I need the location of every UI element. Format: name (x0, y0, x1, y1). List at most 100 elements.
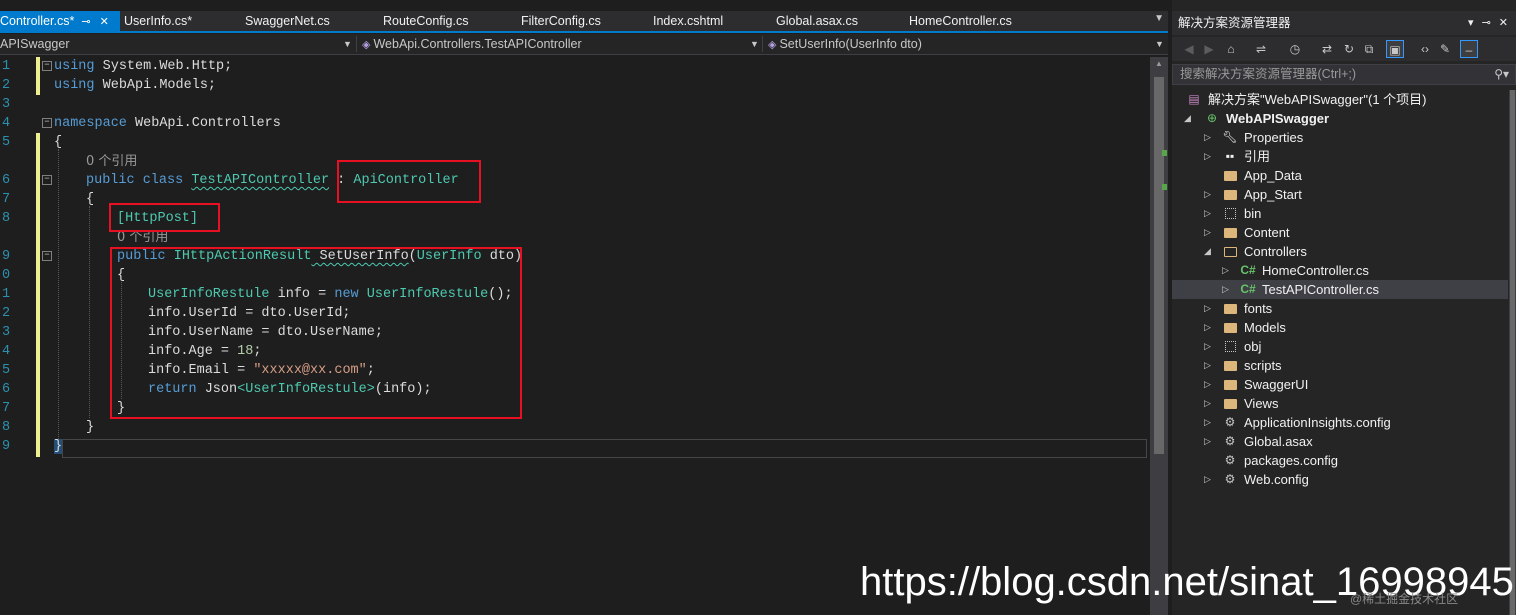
collapse-icon[interactable]: − (42, 251, 52, 261)
collapsed-arrow-icon[interactable]: ▷ (1204, 147, 1211, 166)
tree-item[interactable]: ▷ ⚙ ApplicationInsights.config (1172, 413, 1508, 432)
tree-item[interactable]: ▷ C# HomeController.cs (1172, 261, 1508, 280)
tab-global-asax-cs[interactable]: Global.asax.cs (776, 11, 858, 31)
solution-explorer-search-input[interactable]: 搜索解决方案资源管理器(Ctrl+;) ⚲▾ (1172, 64, 1516, 85)
tree-item-project[interactable]: ◢ ⊕ WebAPISwagger (1172, 109, 1508, 128)
codelens-references[interactable]: 0 个引用 (86, 152, 137, 171)
solution-explorer-title-bar: 解决方案资源管理器 ▾ ⊸ ✕ (1172, 11, 1516, 35)
project-dropdown[interactable]: APISwagger (0, 34, 352, 54)
tab-filterconfig-cs[interactable]: FilterConfig.cs (521, 11, 601, 31)
refresh-icon[interactable]: ↻ (1340, 40, 1358, 58)
expanded-arrow-icon[interactable]: ◢ (1204, 242, 1211, 261)
tab-swaggernet-cs[interactable]: SwaggerNet.cs (245, 11, 330, 31)
properties-icon[interactable]: ✎ (1436, 40, 1454, 58)
line-number: 2 (2, 306, 11, 321)
tab-overflow-dropdown-icon[interactable]: ▼ (1154, 13, 1164, 24)
pin-icon[interactable]: ⊸ (81, 16, 90, 28)
editor-vertical-scrollbar[interactable]: ▲ (1150, 57, 1168, 615)
tree-item[interactable]: ▷ Content (1172, 223, 1508, 242)
tree-item[interactable]: ▷ bin (1172, 204, 1508, 223)
tree-item[interactable]: ▷ ⚙ Global.asax (1172, 432, 1508, 451)
line-number: 6 (2, 173, 11, 188)
back-icon[interactable]: ◀ (1180, 40, 1198, 58)
collapsed-arrow-icon[interactable]: ▷ (1222, 261, 1229, 280)
chevron-down-icon[interactable]: ▼ (750, 34, 759, 54)
sync-icon[interactable]: ⇄ (1318, 40, 1336, 58)
collapsed-arrow-icon[interactable]: ▷ (1204, 432, 1211, 451)
explorer-vertical-scrollbar[interactable] (1509, 90, 1516, 615)
collapse-icon[interactable]: − (42, 175, 52, 185)
line-number: 8 (2, 420, 11, 435)
tree-item[interactable]: ▷ fonts (1172, 299, 1508, 318)
dropdown-icon[interactable]: ▾ (1468, 17, 1474, 29)
code-editor[interactable]: Controller.cs* ⊸ ✕ UserInfo.cs* SwaggerNet… (0, 0, 1168, 615)
collapsed-arrow-icon[interactable]: ▷ (1204, 394, 1211, 413)
tree-item-solution[interactable]: ▤ 解决方案"WebAPISwagger"(1 个项目) (1172, 90, 1508, 109)
watermark-source: @稀土掘金技术社区 (1350, 592, 1459, 606)
tree-item[interactable]: ▷ Models (1172, 318, 1508, 337)
tree-item[interactable]: ▷ obj (1172, 337, 1508, 356)
collapsed-arrow-icon[interactable]: ▷ (1204, 413, 1211, 432)
code-line: using System.Web.Http; (54, 59, 233, 74)
scroll-thumb[interactable] (1510, 90, 1515, 615)
collapsed-arrow-icon[interactable]: ▷ (1204, 299, 1211, 318)
collapse-all-icon[interactable]: ⧉ (1360, 40, 1378, 58)
collapsed-arrow-icon[interactable]: ▷ (1204, 375, 1211, 394)
tree-item[interactable]: ⚙ packages.config (1172, 451, 1508, 470)
switch-views-icon[interactable]: ⇌ (1252, 40, 1270, 58)
tree-item[interactable]: App_Data (1172, 166, 1508, 185)
class-dropdown[interactable]: ◈ WebApi.Controllers.TestAPIController (362, 34, 757, 54)
collapsed-arrow-icon[interactable]: ▷ (1204, 356, 1211, 375)
tab-routeconfig-cs[interactable]: RouteConfig.cs (383, 11, 468, 31)
close-icon[interactable]: ✕ (100, 16, 109, 28)
tree-item[interactable]: ▷ SwaggerUI (1172, 375, 1508, 394)
csharp-file-icon: C# (1240, 282, 1256, 296)
collapse-icon[interactable]: − (42, 118, 52, 128)
home-icon[interactable]: ⌂ (1222, 40, 1240, 58)
tree-item[interactable]: ▷ ▪▪ 引用 (1172, 147, 1508, 166)
change-marker (1162, 184, 1167, 190)
tree-item[interactable]: ▷ ⚙ Web.config (1172, 470, 1508, 489)
member-dropdown[interactable]: ◈ SetUserInfo(UserInfo dto) (768, 34, 1163, 54)
solution-explorer: 解决方案资源管理器 ▾ ⊸ ✕ ◀ ▶ ⌂ ⇌ ◷ ⇄ ↻ ⧉ ▣ ‹› ✎ – 搜… (1172, 0, 1516, 615)
line-number: 1 (2, 59, 11, 74)
tab-index-cshtml[interactable]: Index.cshtml (653, 11, 723, 31)
tree-item-selected[interactable]: ▷ C# TestAPIController.cs (1172, 280, 1508, 299)
tab-userinfo-cs[interactable]: UserInfo.cs* (124, 11, 192, 31)
chevron-down-icon[interactable]: ▼ (343, 34, 352, 54)
search-icon[interactable]: ⚲▾ (1494, 65, 1509, 84)
close-icon[interactable]: ✕ (1499, 17, 1508, 29)
collapsed-arrow-icon[interactable]: ▷ (1204, 337, 1211, 356)
collapse-icon[interactable]: − (42, 61, 52, 71)
change-indicator-bar (36, 57, 40, 95)
tab-homecontroller-cs[interactable]: HomeController.cs (909, 11, 1012, 31)
collapsed-arrow-icon[interactable]: ▷ (1222, 280, 1229, 299)
preview-selected-icon[interactable]: – (1460, 40, 1478, 58)
collapsed-arrow-icon[interactable]: ▷ (1204, 318, 1211, 337)
collapsed-arrow-icon[interactable]: ▷ (1204, 470, 1211, 489)
pin-icon[interactable]: ⊸ (1482, 17, 1491, 29)
line-number: 9 (2, 439, 11, 454)
folder-icon (1222, 166, 1238, 185)
tab-controller-cs[interactable]: Controller.cs* ⊸ ✕ (0, 11, 120, 31)
tree-item[interactable]: ▷ App_Start (1172, 185, 1508, 204)
show-all-files-icon[interactable]: ▣ (1386, 40, 1404, 58)
scroll-thumb[interactable] (1154, 77, 1164, 454)
expanded-arrow-icon[interactable]: ◢ (1184, 109, 1191, 128)
tree-item[interactable]: ▷ scripts (1172, 356, 1508, 375)
chevron-down-icon[interactable]: ▼ (1155, 34, 1164, 54)
tree-item[interactable]: ◢ Controllers (1172, 242, 1508, 261)
config-file-icon: ⚙ (1224, 415, 1236, 429)
view-code-icon[interactable]: ‹› (1416, 40, 1434, 58)
collapsed-arrow-icon[interactable]: ▷ (1204, 204, 1211, 223)
line-number: 9 (2, 249, 11, 264)
pending-changes-filter-icon[interactable]: ◷ (1286, 40, 1304, 58)
code-text-area[interactable]: 1 2 3 4 5 6 7 8 9 0 1 2 3 4 5 6 7 8 9 − … (0, 57, 1150, 615)
collapsed-arrow-icon[interactable]: ▷ (1204, 185, 1211, 204)
collapsed-arrow-icon[interactable]: ▷ (1204, 128, 1211, 147)
tree-item[interactable]: ▷ 🔧︎ Properties (1172, 128, 1508, 147)
forward-icon[interactable]: ▶ (1200, 40, 1218, 58)
scroll-up-icon[interactable]: ▲ (1155, 59, 1163, 68)
collapsed-arrow-icon[interactable]: ▷ (1204, 223, 1211, 242)
tree-item[interactable]: ▷ Views (1172, 394, 1508, 413)
